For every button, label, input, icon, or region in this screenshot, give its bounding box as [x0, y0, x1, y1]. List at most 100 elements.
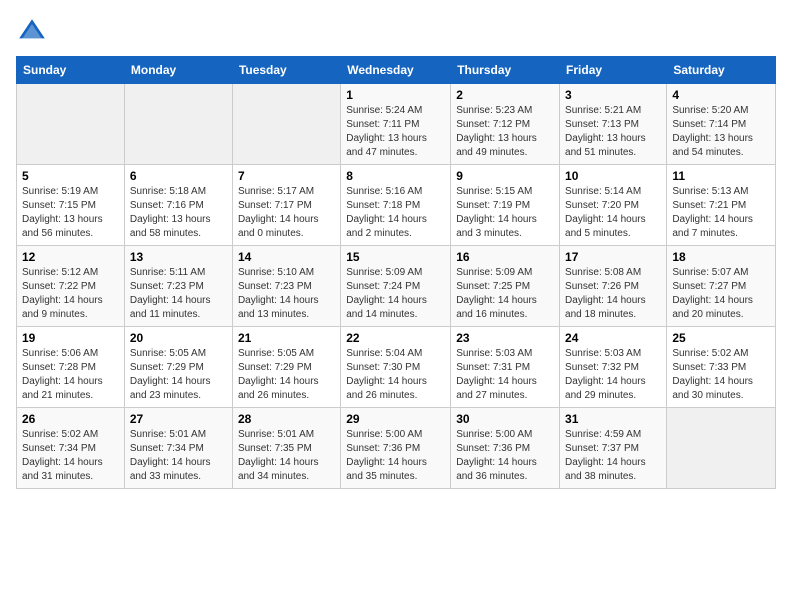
day-number: 1 [346, 88, 445, 102]
calendar-cell [232, 84, 340, 165]
day-number: 24 [565, 331, 661, 345]
day-info: Sunrise: 5:08 AMSunset: 7:26 PMDaylight:… [565, 266, 661, 322]
calendar-cell: 21 Sunrise: 5:05 AMSunset: 7:29 PMDayligh… [232, 327, 340, 408]
day-info: Sunrise: 5:10 AMSunset: 7:23 PMDaylight:… [238, 266, 335, 322]
day-number: 12 [22, 250, 119, 264]
day-info: Sunrise: 5:06 AMSunset: 7:28 PMDaylight:… [22, 347, 119, 403]
weekday-header: Saturday [667, 57, 776, 84]
day-info: Sunrise: 4:59 AMSunset: 7:37 PMDaylight:… [565, 428, 661, 484]
calendar-cell: 8 Sunrise: 5:16 AMSunset: 7:18 PMDaylight… [341, 165, 451, 246]
weekday-header-row: SundayMondayTuesdayWednesdayThursdayFrid… [17, 57, 776, 84]
day-number: 9 [456, 169, 554, 183]
page: SundayMondayTuesdayWednesdayThursdayFrid… [0, 0, 792, 505]
day-info: Sunrise: 5:21 AMSunset: 7:13 PMDaylight:… [565, 104, 661, 160]
calendar-cell: 20 Sunrise: 5:05 AMSunset: 7:29 PMDayligh… [124, 327, 232, 408]
day-info: Sunrise: 5:18 AMSunset: 7:16 PMDaylight:… [130, 185, 227, 241]
calendar-cell: 3 Sunrise: 5:21 AMSunset: 7:13 PMDaylight… [560, 84, 667, 165]
day-number: 25 [672, 331, 770, 345]
calendar-cell: 27Sunrise: 5:01 AMSunset: 7:34 PMDayligh… [124, 408, 232, 489]
day-number: 10 [565, 169, 661, 183]
weekday-header: Monday [124, 57, 232, 84]
day-info: Sunrise: 5:00 AMSunset: 7:36 PMDaylight:… [456, 428, 554, 484]
day-info: Sunrise: 5:05 AMSunset: 7:29 PMDaylight:… [130, 347, 227, 403]
day-number: 28 [238, 412, 335, 426]
calendar-cell: 12 Sunrise: 5:12 AMSunset: 7:22 PMDayligh… [17, 246, 125, 327]
day-number: 29 [346, 412, 445, 426]
calendar-cell [17, 84, 125, 165]
calendar-cell: 19 Sunrise: 5:06 AMSunset: 7:28 PMDayligh… [17, 327, 125, 408]
day-number: 2 [456, 88, 554, 102]
calendar-cell: 16 Sunrise: 5:09 AMSunset: 7:25 PMDayligh… [451, 246, 560, 327]
calendar-cell: 24 Sunrise: 5:03 AMSunset: 7:32 PMDayligh… [560, 327, 667, 408]
day-number: 11 [672, 169, 770, 183]
calendar-cell: 26 Sunrise: 5:02 AMSunset: 7:34 PMDayligh… [17, 408, 125, 489]
day-number: 27 [130, 412, 227, 426]
day-info: Sunrise: 5:00 AMSunset: 7:36 PMDaylight:… [346, 428, 445, 484]
calendar-week-row: 1Sunrise: 5:24 AMSunset: 7:11 PMDaylight… [17, 84, 776, 165]
day-info: Sunrise: 5:01 AMSunset: 7:35 PMDaylight:… [238, 428, 335, 484]
day-number: 20 [130, 331, 227, 345]
calendar-cell: 13Sunrise: 5:11 AMSunset: 7:23 PMDayligh… [124, 246, 232, 327]
day-number: 4 [672, 88, 770, 102]
day-info: Sunrise: 5:13 AMSunset: 7:21 PMDaylight:… [672, 185, 770, 241]
day-info: Sunrise: 5:09 AMSunset: 7:25 PMDaylight:… [456, 266, 554, 322]
calendar-cell: 10 Sunrise: 5:14 AMSunset: 7:20 PMDayligh… [560, 165, 667, 246]
day-info: Sunrise: 5:15 AMSunset: 7:19 PMDaylight:… [456, 185, 554, 241]
calendar-cell: 25 Sunrise: 5:02 AMSunset: 7:33 PMDayligh… [667, 327, 776, 408]
day-number: 16 [456, 250, 554, 264]
day-number: 15 [346, 250, 445, 264]
weekday-header: Sunday [17, 57, 125, 84]
day-info: Sunrise: 5:02 AMSunset: 7:34 PMDaylight:… [22, 428, 119, 484]
day-info: Sunrise: 5:14 AMSunset: 7:20 PMDaylight:… [565, 185, 661, 241]
day-info: Sunrise: 5:20 AMSunset: 7:14 PMDaylight:… [672, 104, 770, 160]
day-number: 17 [565, 250, 661, 264]
weekday-header: Wednesday [341, 57, 451, 84]
day-number: 14 [238, 250, 335, 264]
calendar-cell: 28 Sunrise: 5:01 AMSunset: 7:35 PMDayligh… [232, 408, 340, 489]
day-number: 3 [565, 88, 661, 102]
day-info: Sunrise: 5:19 AMSunset: 7:15 PMDaylight:… [22, 185, 119, 241]
calendar-cell: 31 Sunrise: 4:59 AMSunset: 7:37 PMDayligh… [560, 408, 667, 489]
day-number: 31 [565, 412, 661, 426]
logo-icon [16, 16, 48, 48]
day-number: 18 [672, 250, 770, 264]
day-info: Sunrise: 5:03 AMSunset: 7:32 PMDaylight:… [565, 347, 661, 403]
day-number: 8 [346, 169, 445, 183]
logo [16, 16, 52, 48]
day-number: 5 [22, 169, 119, 183]
day-info: Sunrise: 5:04 AMSunset: 7:30 PMDaylight:… [346, 347, 445, 403]
weekday-header: Friday [560, 57, 667, 84]
day-info: Sunrise: 5:07 AMSunset: 7:27 PMDaylight:… [672, 266, 770, 322]
day-info: Sunrise: 5:17 AMSunset: 7:17 PMDaylight:… [238, 185, 335, 241]
calendar-cell [124, 84, 232, 165]
day-number: 30 [456, 412, 554, 426]
calendar-cell: 11 Sunrise: 5:13 AMSunset: 7:21 PMDayligh… [667, 165, 776, 246]
day-info: Sunrise: 5:11 AMSunset: 7:23 PMDaylight:… [130, 266, 227, 322]
calendar-cell: 6 Sunrise: 5:18 AMSunset: 7:16 PMDaylight… [124, 165, 232, 246]
calendar-cell: 7Sunrise: 5:17 AMSunset: 7:17 PMDaylight… [232, 165, 340, 246]
day-number: 26 [22, 412, 119, 426]
day-number: 22 [346, 331, 445, 345]
day-info: Sunrise: 5:05 AMSunset: 7:29 PMDaylight:… [238, 347, 335, 403]
day-number: 6 [130, 169, 227, 183]
header [16, 16, 776, 48]
calendar-table: SundayMondayTuesdayWednesdayThursdayFrid… [16, 56, 776, 489]
calendar-cell: 14 Sunrise: 5:10 AMSunset: 7:23 PMDayligh… [232, 246, 340, 327]
day-info: Sunrise: 5:02 AMSunset: 7:33 PMDaylight:… [672, 347, 770, 403]
calendar-week-row: 26 Sunrise: 5:02 AMSunset: 7:34 PMDayligh… [17, 408, 776, 489]
calendar-week-row: 5 Sunrise: 5:19 AMSunset: 7:15 PMDaylight… [17, 165, 776, 246]
calendar-cell: 9 Sunrise: 5:15 AMSunset: 7:19 PMDaylight… [451, 165, 560, 246]
day-number: 21 [238, 331, 335, 345]
calendar-cell: 15 Sunrise: 5:09 AMSunset: 7:24 PMDayligh… [341, 246, 451, 327]
day-number: 23 [456, 331, 554, 345]
day-info: Sunrise: 5:09 AMSunset: 7:24 PMDaylight:… [346, 266, 445, 322]
calendar-week-row: 12 Sunrise: 5:12 AMSunset: 7:22 PMDayligh… [17, 246, 776, 327]
calendar-week-row: 19 Sunrise: 5:06 AMSunset: 7:28 PMDayligh… [17, 327, 776, 408]
day-number: 19 [22, 331, 119, 345]
calendar-cell: 18 Sunrise: 5:07 AMSunset: 7:27 PMDayligh… [667, 246, 776, 327]
calendar-cell: 5 Sunrise: 5:19 AMSunset: 7:15 PMDaylight… [17, 165, 125, 246]
calendar-cell: 30 Sunrise: 5:00 AMSunset: 7:36 PMDayligh… [451, 408, 560, 489]
day-info: Sunrise: 5:16 AMSunset: 7:18 PMDaylight:… [346, 185, 445, 241]
day-info: Sunrise: 5:12 AMSunset: 7:22 PMDaylight:… [22, 266, 119, 322]
weekday-header: Thursday [451, 57, 560, 84]
